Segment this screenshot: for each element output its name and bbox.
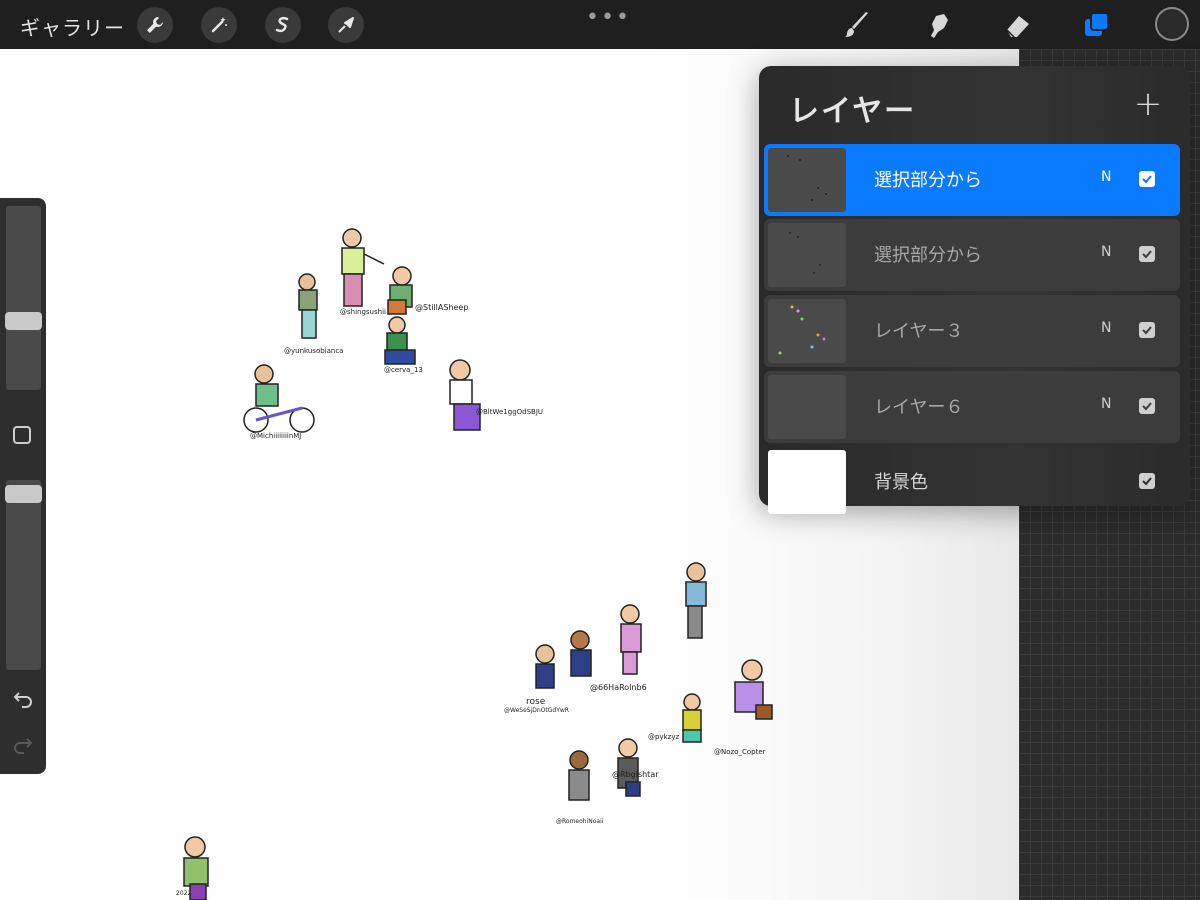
smudge-icon[interactable] xyxy=(922,8,956,42)
background-color-row[interactable]: 背景色 xyxy=(764,446,1180,518)
layer-visibility-checkbox[interactable] xyxy=(1139,171,1155,187)
layer-row[interactable]: 選択部分から N xyxy=(764,144,1180,216)
blend-mode-button[interactable]: N xyxy=(1101,169,1111,185)
blend-mode-button[interactable]: N xyxy=(1101,396,1111,412)
doodle-figure xyxy=(568,750,590,801)
canvas-label: @66HaRolnb6 xyxy=(590,683,647,692)
doodle-figure xyxy=(734,659,773,720)
layer-visibility-checkbox[interactable] xyxy=(1139,398,1155,414)
brush-icon[interactable] xyxy=(840,8,874,42)
blend-mode-button[interactable]: N xyxy=(1101,320,1111,336)
doodle-figure xyxy=(617,738,641,797)
gallery-button[interactable]: ギャラリー xyxy=(20,12,125,41)
doodle-figure xyxy=(535,644,555,689)
layer-name: レイヤー６ xyxy=(874,397,964,418)
layer-name: 選択部分から xyxy=(874,245,982,266)
doodle-figure xyxy=(387,266,413,315)
color-picker-swatch[interactable] xyxy=(1155,7,1189,41)
top-toolbar: ギャラリー ••• xyxy=(0,0,1200,49)
left-sidebar xyxy=(0,198,46,774)
layer-thumbnail xyxy=(768,148,846,212)
doodle-figure xyxy=(685,562,707,639)
layer-name: 選択部分から xyxy=(874,170,982,191)
layer-row[interactable]: 選択部分から N xyxy=(764,219,1180,291)
layers-icon[interactable] xyxy=(1080,8,1114,42)
doodle-figure xyxy=(682,693,702,743)
layer-name: レイヤー３ xyxy=(874,321,964,342)
opacity-handle[interactable] xyxy=(5,485,42,503)
doodle-figure xyxy=(384,316,416,365)
wrench-icon[interactable] xyxy=(137,7,173,43)
redo-icon[interactable] xyxy=(11,734,35,758)
background-color-swatch[interactable] xyxy=(768,450,846,514)
eraser-icon[interactable] xyxy=(1001,8,1035,42)
canvas-label: @StillASheep xyxy=(415,303,469,312)
doodle-bicycle xyxy=(243,364,315,433)
layer-row[interactable]: レイヤー３ N xyxy=(764,295,1180,367)
canvas-label: 2022 xyxy=(176,890,192,897)
canvas-label: @BltWe1ggOdSBJU xyxy=(476,408,544,416)
layer-name: 背景色 xyxy=(874,472,928,493)
canvas-label: @RomeohiNoaii xyxy=(556,818,604,825)
layer-visibility-checkbox[interactable] xyxy=(1139,322,1155,338)
selection-icon[interactable] xyxy=(265,7,301,43)
canvas-label: @pykzyz xyxy=(648,733,680,741)
blend-mode-button[interactable]: N xyxy=(1101,244,1111,260)
brush-size-slider[interactable] xyxy=(6,206,41,390)
brush-size-handle[interactable] xyxy=(5,312,42,330)
modify-button[interactable] xyxy=(13,426,31,444)
layers-panel-title: レイヤー xyxy=(789,94,917,129)
add-layer-button[interactable]: + xyxy=(1133,87,1163,121)
more-options-icon[interactable]: ••• xyxy=(586,5,631,30)
doodle-figure xyxy=(449,359,481,431)
doodle-figure xyxy=(620,604,642,675)
canvas-label: @shingsushii xyxy=(340,308,386,316)
transform-arrow-icon[interactable] xyxy=(328,7,364,43)
layer-visibility-checkbox[interactable] xyxy=(1139,246,1155,262)
layers-panel: レイヤー + 選択部分から N 選択部分から N レイヤー３ N レイヤー６ N… xyxy=(759,66,1190,514)
canvas-label: @WeSeSjDnOtGdYwR xyxy=(504,707,569,714)
canvas-label: rose xyxy=(526,697,546,707)
doodle-figure xyxy=(298,273,318,339)
layer-thumbnail xyxy=(768,375,846,439)
canvas-label: @cerva_13 xyxy=(384,366,423,374)
layer-visibility-checkbox[interactable] xyxy=(1139,473,1155,489)
canvas-label: @yunkusobianca xyxy=(284,347,344,355)
doodle-figure xyxy=(570,630,592,677)
layer-row[interactable]: レイヤー６ N xyxy=(764,371,1180,443)
opacity-slider[interactable] xyxy=(6,480,41,670)
layer-thumbnail xyxy=(768,223,846,287)
doodle-figure xyxy=(341,228,385,307)
canvas-label: @Rbglshtar xyxy=(612,770,659,779)
layer-thumbnail xyxy=(768,299,846,363)
undo-icon[interactable] xyxy=(11,688,35,712)
canvas-label: @Nozo_Copter xyxy=(714,748,766,756)
canvas-label: @MichiiiiiiiinMJ xyxy=(250,432,302,440)
magic-wand-icon[interactable] xyxy=(201,7,237,43)
